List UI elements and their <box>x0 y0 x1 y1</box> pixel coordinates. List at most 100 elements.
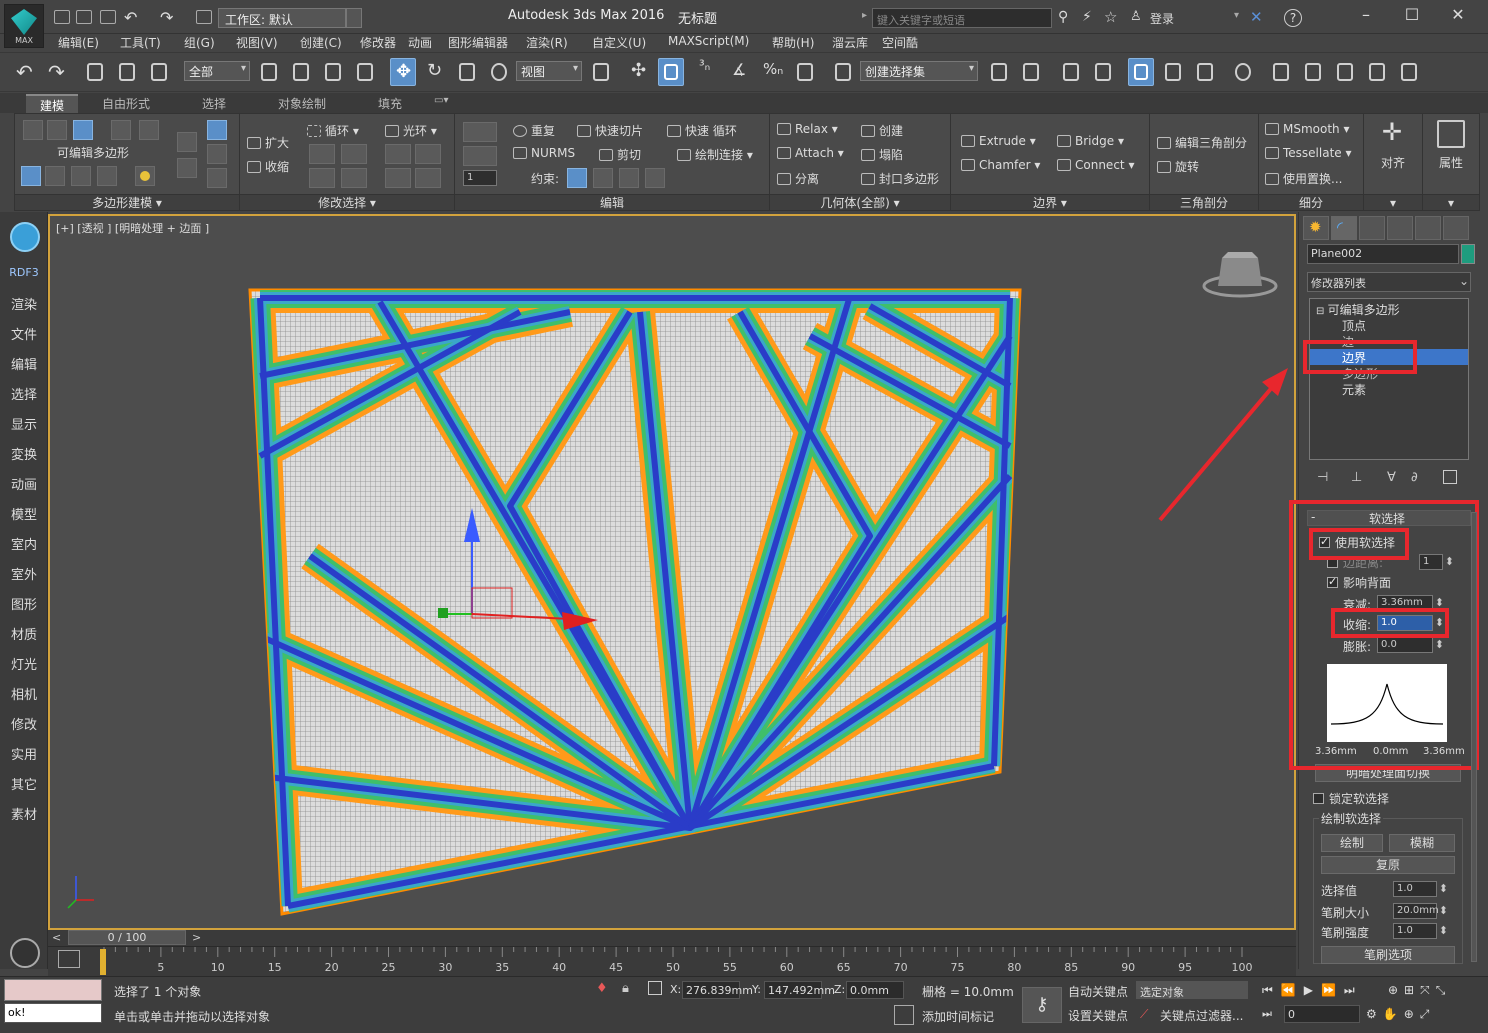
set-key-icon[interactable]: ⚷ <box>1022 987 1062 1023</box>
move-tool-icon[interactable]: ✥ <box>390 58 416 86</box>
remove-modifier-icon[interactable]: ∂ <box>1411 470 1418 485</box>
maximize-button[interactable]: ☐ <box>1392 4 1432 26</box>
detach-button[interactable]: 分离 <box>777 170 819 187</box>
minimize-button[interactable]: – <box>1346 4 1386 26</box>
create-button[interactable]: 创建 <box>861 122 903 139</box>
grow-loop-icon[interactable] <box>309 144 335 164</box>
sidebar-item-assets[interactable]: 素材 <box>0 804 48 823</box>
chevron-down-icon[interactable]: ▾ <box>1234 10 1239 21</box>
current-frame-field[interactable]: 0 <box>1284 1005 1360 1023</box>
time-prev-icon[interactable]: < <box>52 931 61 944</box>
turn-button[interactable]: 旋转 <box>1157 158 1199 175</box>
rdf-cube-icon[interactable] <box>10 222 40 252</box>
menu-maxscript[interactable]: MAXScript(M) <box>668 34 749 48</box>
percent-snap-icon[interactable]: %ₙ <box>760 58 786 86</box>
sidebar-item-select[interactable]: 选择 <box>0 384 48 403</box>
favorites-star-icon[interactable]: ☆ <box>1104 8 1117 26</box>
align-view-icon[interactable]: ✛ <box>1377 118 1407 152</box>
collapse-stack-icon[interactable] <box>45 166 65 186</box>
stack-up-icon[interactable] <box>177 132 197 152</box>
polygon-mode-icon[interactable] <box>111 120 131 140</box>
save-icon[interactable] <box>100 10 116 24</box>
group-poly-modeling[interactable]: 多边形建模 ▾ <box>15 194 239 210</box>
angle-snap-icon[interactable]: ∡ <box>728 58 754 86</box>
configure-sets-icon[interactable] <box>1443 470 1457 484</box>
stack-item-element[interactable]: 元素 <box>1310 381 1468 397</box>
viewport-nav-controls[interactable]: ⚙✋⊕⤢ <box>1366 1007 1435 1022</box>
modifier-list-dropdown[interactable]: 修改器列表 <box>1307 272 1471 292</box>
align-icon[interactable] <box>1018 58 1044 86</box>
schematic-view-icon[interactable] <box>1192 58 1218 86</box>
isolate-icon[interactable]: ♦ <box>596 981 608 996</box>
constraint-normal-icon[interactable] <box>645 168 665 188</box>
menu-graph-editors[interactable]: 图形编辑器 <box>448 34 508 51</box>
bridge-button[interactable]: Bridge ▾ <box>1057 134 1124 148</box>
unlink-icon[interactable] <box>114 58 140 86</box>
selection-filter-dropdown[interactable]: 全部 <box>184 61 250 81</box>
ignore-backface-icon[interactable] <box>207 120 227 140</box>
repeat-button[interactable]: 重复 <box>513 122 555 139</box>
grow-ring-icon[interactable] <box>385 144 411 164</box>
playback-controls[interactable]: ⏮⏪▶⏩⏭ <box>1262 983 1363 998</box>
workspace-menu-button[interactable] <box>346 8 362 28</box>
tab-selection[interactable]: 选择 <box>202 95 226 112</box>
new-file-icon[interactable] <box>54 10 70 24</box>
shrink-ring-icon[interactable] <box>415 144 441 164</box>
time-slider-thumb[interactable]: 0 / 100 <box>68 930 186 945</box>
open-folder-icon[interactable] <box>76 10 92 24</box>
current-frame-marker[interactable] <box>100 949 106 975</box>
modify-mode-icon[interactable] <box>21 166 41 186</box>
a360-render-icon[interactable] <box>1396 58 1422 86</box>
time-tag-icon[interactable] <box>894 1005 914 1025</box>
menu-create[interactable]: 创建(C) <box>300 34 342 51</box>
tessellate-button[interactable]: Tessellate ▾ <box>1265 146 1352 160</box>
menu-group[interactable]: 组(G) <box>184 34 215 51</box>
viewcube-icon[interactable] <box>1202 252 1278 298</box>
sidebar-item-other[interactable]: 其它 <box>0 774 48 793</box>
sidebar-item-shapes[interactable]: 图形 <box>0 594 48 613</box>
spinner-snap-icon[interactable] <box>792 58 818 86</box>
properties-icon[interactable] <box>1437 120 1465 148</box>
show-end-result-icon[interactable] <box>71 166 91 186</box>
x-coord-field[interactable]: 276.839mm <box>682 981 753 999</box>
menu-tools[interactable]: 工具(T) <box>120 34 161 51</box>
revert-button[interactable]: 复原 <box>1321 856 1455 874</box>
sidebar-item-utility[interactable]: 实用 <box>0 744 48 763</box>
quickslice-button[interactable]: 快速切片 <box>577 122 643 139</box>
menu-customize[interactable]: 自定义(U) <box>592 34 646 51</box>
curve-editor-icon[interactable] <box>1160 58 1186 86</box>
command-panel-scrollbar[interactable] <box>1471 512 1477 962</box>
modify-tab-icon[interactable]: ◜ <box>1331 216 1357 240</box>
pin-stack-icon[interactable] <box>207 144 227 164</box>
constraint-face-icon[interactable] <box>619 168 639 188</box>
toggle-scene-explorer-icon[interactable] <box>1090 58 1116 86</box>
ring-mode-icon[interactable] <box>385 168 411 188</box>
relax-button[interactable]: Relax ▾ <box>777 122 838 136</box>
group-border[interactable]: 边界 ▾ <box>951 194 1149 210</box>
maxscript-listener-pink[interactable] <box>4 979 102 1001</box>
tab-populate[interactable]: 填充 <box>378 95 402 112</box>
props-group-foot[interactable]: ▾ <box>1423 194 1479 210</box>
tweak-icon[interactable] <box>463 146 497 166</box>
sidebar-item-modify[interactable]: 修改 <box>0 714 48 733</box>
show-end-result-icon[interactable]: ⊥ <box>1351 470 1362 485</box>
sidebar-item-file[interactable]: 文件 <box>0 324 48 343</box>
named-selection-dropdown[interactable]: 创建选择集 <box>860 61 978 81</box>
stack-down-icon[interactable] <box>177 158 197 178</box>
sidebar-item-model[interactable]: 模型 <box>0 504 48 523</box>
ring-button[interactable]: 光环 ▾ <box>385 122 437 139</box>
bind-spacewarp-icon[interactable] <box>146 58 172 86</box>
layer-explorer-icon[interactable] <box>1058 58 1084 86</box>
connect-button[interactable]: Connect ▾ <box>1057 158 1134 172</box>
exchange-x-icon[interactable]: ✕ <box>1250 8 1263 26</box>
redo-icon[interactable]: ↷ <box>160 8 173 27</box>
search-input[interactable]: 键入关键字或短语 <box>872 8 1052 28</box>
manipulate-icon[interactable]: ✣ <box>626 58 652 86</box>
reference-coord-dropdown[interactable]: 视图 <box>516 61 582 81</box>
hierarchy-tab-icon[interactable] <box>1359 216 1385 240</box>
rendered-frame-icon[interactable] <box>1300 58 1326 86</box>
ribbon-options-icon[interactable]: ▭▾ <box>434 95 448 106</box>
snap-3d-icon[interactable]: ³ₙ <box>696 58 722 86</box>
app-menu-button[interactable]: MAX <box>4 4 44 48</box>
selection-lock-icon[interactable]: 🔒︎ <box>622 981 629 996</box>
